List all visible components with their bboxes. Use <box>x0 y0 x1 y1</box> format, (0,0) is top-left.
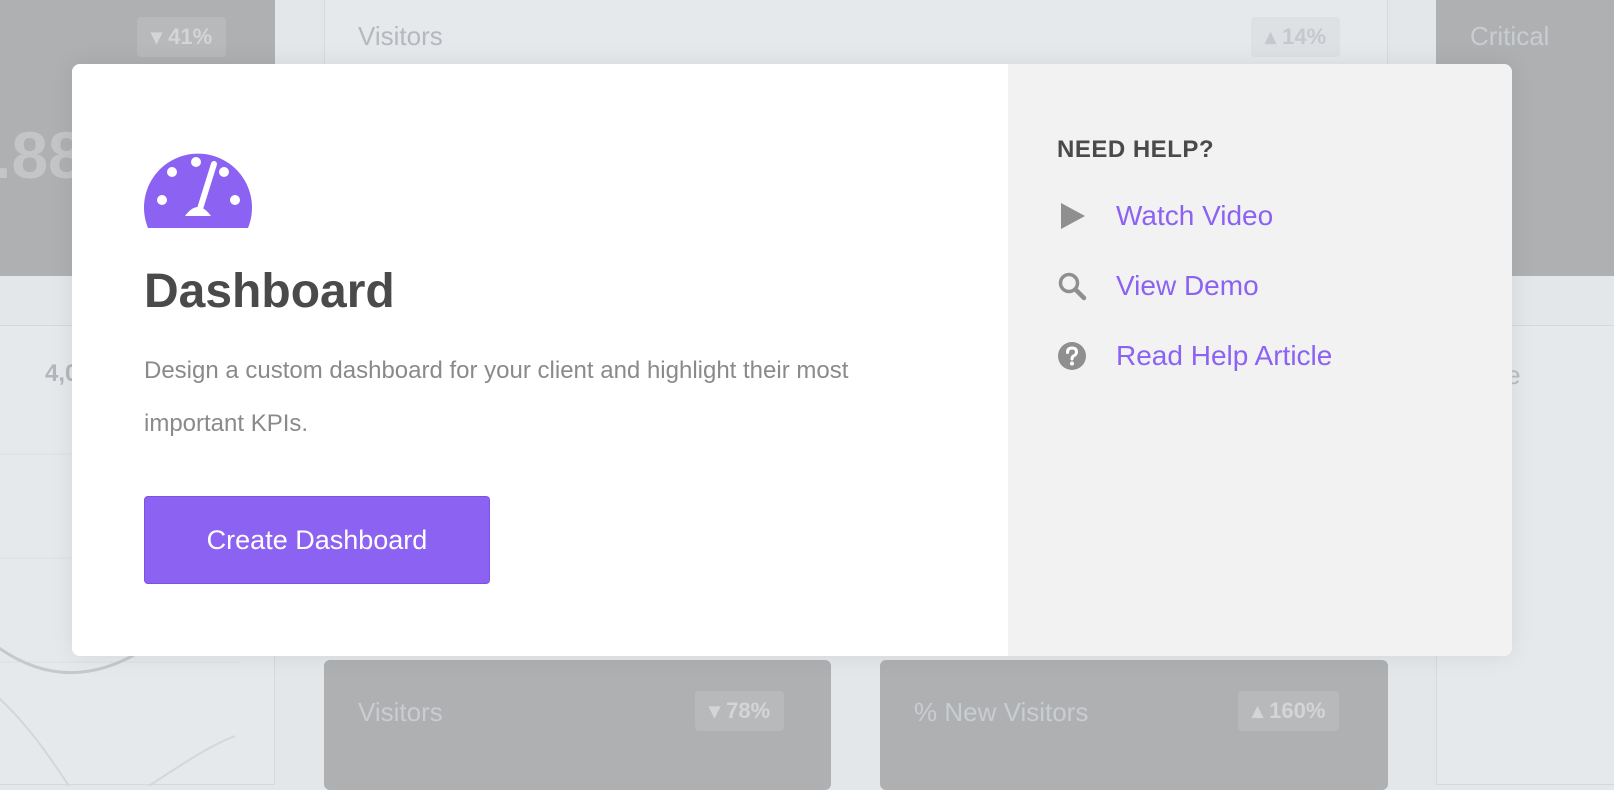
view-demo-link[interactable]: View Demo <box>1057 266 1259 306</box>
modal-title: Dashboard <box>144 265 395 318</box>
modal-main-panel: Dashboard Design a custom dashboard for … <box>72 64 1008 656</box>
background-card-title: % New Visitors <box>914 697 1089 727</box>
search-icon <box>1057 269 1091 303</box>
background-card-visitors-2: Visitors 78% <box>324 660 831 790</box>
read-help-article-link[interactable]: Read Help Article <box>1057 336 1332 376</box>
background-card-badge: 160% <box>1238 691 1340 731</box>
help-link-label: View Demo <box>1116 270 1259 301</box>
modal-description: Design a custom dashboard for your clien… <box>144 357 849 437</box>
help-link-label: Watch Video <box>1116 200 1274 231</box>
background-card-title: Critical <box>1470 21 1550 51</box>
background-card-badge: 78% <box>695 691 785 731</box>
dashboard-gauge-icon <box>144 153 252 228</box>
background-card-title: Visitors <box>358 697 443 727</box>
watch-video-link[interactable]: Watch Video <box>1057 196 1273 236</box>
help-link-label: Read Help Article <box>1116 340 1333 371</box>
background-card-new-visitors: % New Visitors 160% <box>880 660 1388 790</box>
play-icon <box>1057 199 1091 233</box>
create-dashboard-button[interactable]: Create Dashboard <box>144 496 490 584</box>
background-card-title: Visitors <box>358 21 443 51</box>
help-panel: NEED HELP? Watch Video View Demo Read He… <box>1008 64 1512 656</box>
question-circle-icon <box>1057 339 1091 373</box>
background-card-badge: 41% <box>137 17 227 57</box>
background-card-badge: 14% <box>1251 17 1341 57</box>
help-panel-title: NEED HELP? <box>1057 136 1215 163</box>
dashboard-intro-modal: Dashboard Design a custom dashboard for … <box>72 64 1512 656</box>
